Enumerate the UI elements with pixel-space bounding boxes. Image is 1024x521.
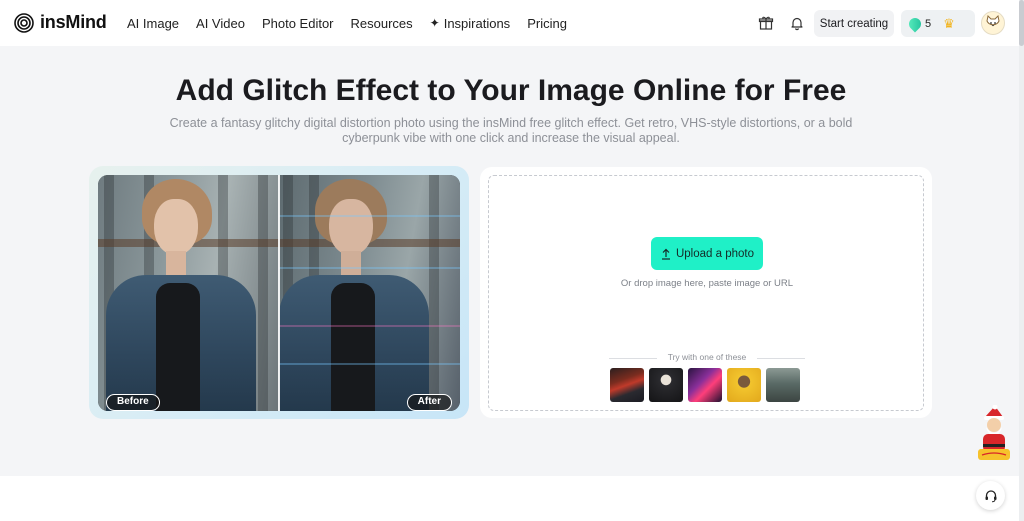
upload-icon [661,248,670,260]
top-header: insMind AI Image AI Video Photo Editor R… [0,0,1024,46]
gem-icon [906,15,924,32]
after-label: After [406,394,452,411]
credits-count: 5 [925,17,932,30]
logo-text: insMind [40,12,107,32]
nav-ai-video[interactable]: AI Video [196,16,245,31]
upload-photo-button[interactable]: Upload a photo [651,237,763,270]
nav-pricing[interactable]: Pricing [527,16,567,31]
credits-badge[interactable]: 5 ♛ [901,10,975,37]
try-samples-label: Try with one of these [667,352,747,362]
after-image [279,175,460,411]
nav-inspirations[interactable]: ✦ Inspirations [430,16,511,31]
drop-zone[interactable]: Upload a photo Or drop image here, paste… [488,175,924,411]
headset-icon [985,489,996,502]
try-samples-heading: Try with one of these [609,352,805,364]
start-creating-button[interactable]: Start creating [814,10,894,37]
before-after-slider[interactable]: Before After [98,175,460,411]
nav-resources[interactable]: Resources [351,16,413,31]
sample-images [610,368,800,402]
upload-card: Upload a photo Or drop image here, paste… [480,167,932,418]
gift-icon[interactable] [758,15,774,31]
sample-street-man[interactable] [766,368,800,402]
main-nav: AI Image AI Video Photo Editor Resources… [127,0,584,46]
sample-neon-room[interactable] [610,368,644,402]
sample-yellow-man[interactable] [727,368,761,402]
avatar-cat-icon [986,14,1000,27]
drop-hint: Or drop image here, paste image or URL [620,278,794,289]
upload-photo-label: Upload a photo [675,247,754,260]
before-image [98,175,279,411]
logo-icon [14,12,34,33]
nav-photo-editor[interactable]: Photo Editor [262,16,334,31]
nav-ai-video-label: AI Video [196,15,245,31]
sample-dark-portrait[interactable] [649,368,683,402]
sample-purple-neon[interactable] [688,368,722,402]
support-chat-button[interactable] [976,481,1005,510]
bell-icon[interactable] [789,15,805,31]
page-subtitle: Create a fantasy glitchy digital distort… [169,116,853,145]
page-title: Add Glitch Effect to Your Image Online f… [175,74,847,107]
nav-resources-label: Resources [350,15,413,31]
scrollbar-thumb[interactable] [1019,0,1024,46]
before-after-panel: Before After [89,166,469,419]
avatar[interactable] [981,11,1005,35]
logo[interactable]: insMind [14,12,107,33]
nav-photo-editor-label: Photo Editor [261,15,334,31]
nav-pricing-label: Pricing [527,15,567,31]
before-label: Before [106,394,160,411]
santa-mascot-icon[interactable] [975,405,1013,463]
nav-ai-image[interactable]: AI Image [127,16,179,31]
sparkle-icon: ✦ [429,16,440,30]
crown-icon: ♛ [943,15,955,31]
nav-inspirations-label: Inspirations [443,15,511,31]
nav-ai-image-label: AI Image [127,15,180,31]
compare-divider-handle[interactable] [278,175,280,411]
next-section [0,476,1019,521]
